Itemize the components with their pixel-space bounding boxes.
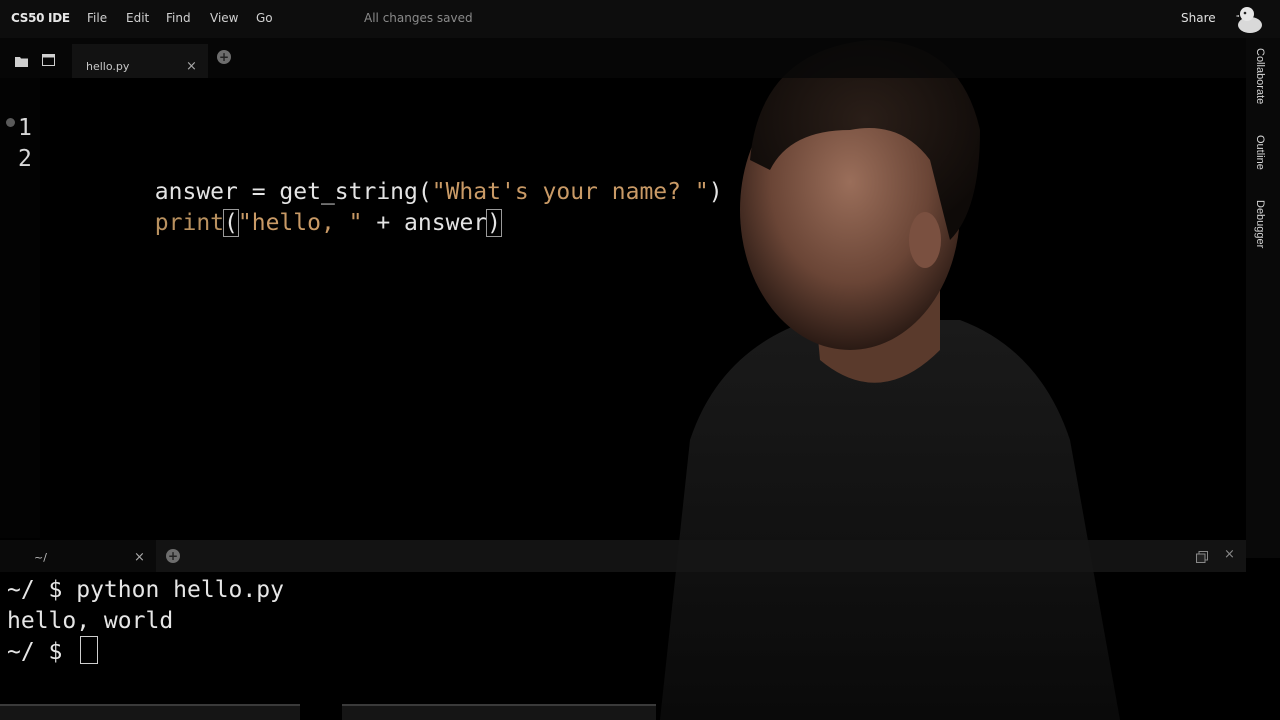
- save-status: All changes saved: [364, 11, 473, 25]
- add-tab-icon[interactable]: +: [217, 50, 231, 64]
- code-editor[interactable]: 1 answer = get_string("What's your name?…: [0, 78, 1246, 538]
- terminal[interactable]: ~/ $ python hello.py hello, world ~/ $: [0, 572, 1246, 712]
- terminal-prompt[interactable]: ~/ $: [7, 636, 99, 668]
- menu-view[interactable]: View: [210, 11, 238, 25]
- matched-bracket: (: [223, 209, 239, 237]
- menu-edit[interactable]: Edit: [126, 11, 149, 25]
- terminal-line: hello, world: [7, 608, 174, 634]
- share-button[interactable]: Share: [1181, 11, 1216, 25]
- close-panel-icon[interactable]: ×: [1224, 547, 1235, 562]
- ide-window: CS50 IDE File Edit Find View Go All chan…: [0, 0, 1280, 720]
- menu-file[interactable]: File: [87, 11, 107, 25]
- tab-label: hello.py: [86, 60, 130, 73]
- app-title: CS50 IDE: [11, 11, 70, 25]
- close-icon[interactable]: ×: [134, 550, 145, 565]
- line-code: print("hello, " + answer): [44, 175, 502, 271]
- menu-bar: CS50 IDE File Edit Find View Go All chan…: [0, 0, 1280, 38]
- code-token: + answer: [362, 210, 488, 236]
- code-token: "hello, ": [237, 210, 363, 236]
- menu-find[interactable]: Find: [166, 11, 191, 25]
- terminal-tab-bar: ~/ × + ×: [0, 540, 1246, 572]
- code-token: ): [708, 179, 723, 205]
- close-icon[interactable]: ×: [186, 59, 197, 74]
- code-line-1[interactable]: 1 answer = get_string("What's your name?…: [0, 80, 1000, 205]
- prompt-text: ~/ $: [7, 639, 77, 665]
- line-number: 2: [18, 146, 32, 172]
- side-panel: Collaborate Outline Debugger: [1246, 38, 1280, 558]
- terminal-toggle-icon[interactable]: [42, 51, 55, 70]
- tab-terminal[interactable]: ~/ ×: [0, 540, 156, 572]
- code-token: print: [154, 210, 225, 236]
- tab-outline[interactable]: Outline: [1254, 135, 1266, 170]
- menu-go[interactable]: Go: [256, 11, 273, 25]
- editor-tab-bar: hello.py × +: [0, 38, 1246, 78]
- tab-collaborate[interactable]: Collaborate: [1254, 48, 1266, 104]
- terminal-cursor: [80, 636, 99, 664]
- code-line-2[interactable]: 2 print("hello, " + answer): [0, 111, 1000, 237]
- add-tab-icon[interactable]: +: [166, 549, 180, 563]
- tab-hello-py[interactable]: hello.py ×: [72, 44, 208, 78]
- duck-avatar-icon[interactable]: [1235, 4, 1264, 34]
- terminal-line: ~/ $ python hello.py: [7, 577, 284, 603]
- folder-icon[interactable]: [15, 52, 28, 71]
- tab-label: ~/: [34, 551, 47, 564]
- restore-panel-icon[interactable]: [1196, 548, 1208, 567]
- matched-bracket: ): [486, 209, 502, 237]
- tab-debugger[interactable]: Debugger: [1254, 200, 1266, 248]
